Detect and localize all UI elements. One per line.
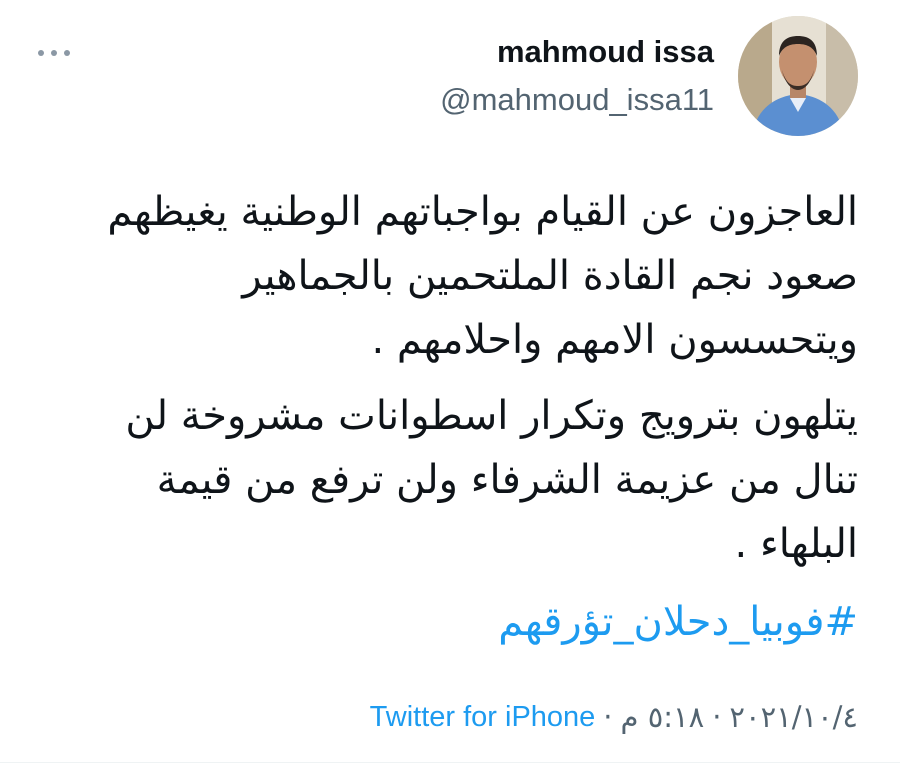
tweet-paragraph: يتلهون بترويج وتكرار اسطوانات مشروخة لن … [125,393,858,567]
tweet: mahmoud issa @mahmoud_issa11 العاجزون عن… [0,0,900,768]
hashtag-link[interactable]: #فوبيا_دحلان_تؤرقهم [498,590,858,654]
tweet-time: ٥:١٨ م [620,700,705,734]
avatar[interactable] [738,16,858,136]
tweet-meta: ٢٠٢١/١٠/٤ · ٥:١٨ م · Twitter for iPhone [370,700,858,734]
meta-separator: · [603,700,613,734]
tweet-source-link[interactable]: Twitter for iPhone [370,701,596,734]
divider [0,762,900,763]
meta-separator: · [712,700,722,734]
avatar-image [738,16,858,136]
more-options-button[interactable] [38,40,82,66]
more-dots-icon [38,50,70,56]
tweet-paragraph: العاجزون عن القيام بواجباتهم الوطنية يغي… [107,189,858,363]
author-name[interactable]: mahmoud issa [497,34,714,70]
tweet-text: العاجزون عن القيام بواجباتهم الوطنية يغي… [58,180,858,576]
tweet-date: ٢٠٢١/١٠/٤ [729,700,858,734]
author-handle[interactable]: @mahmoud_issa11 [440,82,714,118]
